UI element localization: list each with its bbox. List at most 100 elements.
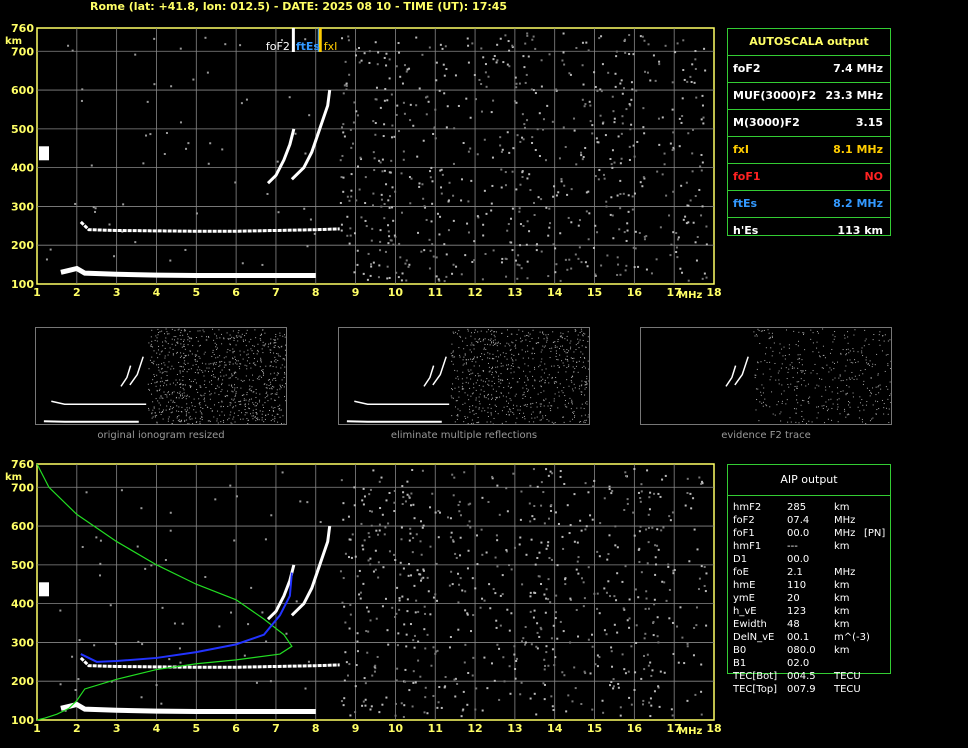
noise-dot (540, 250, 543, 253)
noise-dot (396, 586, 399, 589)
noise-dot (469, 526, 472, 529)
noise-dot (645, 528, 648, 531)
noise-dot (623, 231, 626, 234)
noise-dot (364, 202, 367, 205)
noise-dot (524, 643, 527, 646)
noise-dot (552, 709, 555, 712)
noise-dot (565, 710, 568, 713)
noise-dot (349, 613, 352, 616)
noise-dot (160, 702, 163, 705)
noise-dot (394, 714, 397, 717)
noise-dot (631, 208, 634, 211)
noise-dot (629, 128, 632, 131)
noise-dot (686, 699, 689, 702)
noise-dot (354, 685, 357, 688)
x-tick-label: 12 (467, 722, 482, 735)
noise-dot (379, 507, 382, 510)
noise-dot (690, 507, 693, 510)
noise-dot (656, 616, 659, 619)
x-tick-label: 7 (272, 722, 280, 735)
aip-row: foF1 00.0 MHz [PN] (733, 527, 893, 540)
noise-dot (134, 241, 137, 244)
noise-dot (580, 577, 583, 580)
noise-dot (368, 61, 371, 64)
noise-dot (656, 544, 659, 547)
noise-dot (659, 670, 662, 673)
noise-dot (578, 246, 581, 249)
noise-dot (370, 510, 373, 513)
noise-dot (686, 80, 689, 83)
noise-dot (616, 572, 619, 575)
noise-dot (403, 623, 406, 626)
noise-dot (671, 511, 674, 514)
noise-dot (661, 116, 664, 119)
noise-dot (548, 53, 551, 56)
noise-dot (161, 606, 164, 609)
noise-dot (340, 176, 343, 179)
noise-dot (99, 574, 102, 577)
autoscala-label: foF2 (733, 62, 761, 75)
noise-dot (372, 469, 375, 472)
x-tick-label: 18 (706, 286, 721, 299)
noise-dot (399, 573, 402, 576)
noise-dot (689, 199, 692, 202)
noise-dot (633, 534, 636, 537)
noise-dot (461, 589, 464, 592)
noise-dot (536, 631, 539, 634)
noise-dot (439, 215, 442, 218)
noise-dot (431, 243, 434, 246)
noise-dot (691, 170, 694, 173)
noise-dot (465, 97, 468, 100)
noise-dot (206, 71, 209, 74)
noise-dot (585, 525, 588, 528)
noise-dot (686, 645, 689, 648)
noise-dot (531, 38, 534, 41)
noise-dot (409, 103, 412, 106)
noise-dot (626, 498, 629, 501)
noise-dot (277, 211, 280, 214)
noise-dot (543, 522, 546, 525)
noise-dot (569, 597, 572, 600)
noise-dot (645, 268, 648, 271)
noise-dot (379, 106, 382, 109)
noise-dot (261, 263, 264, 266)
noise-dot (649, 715, 652, 718)
aip-cell: 004.5 (787, 671, 816, 682)
noise-dot (181, 622, 184, 625)
noise-dot (382, 135, 385, 138)
noise-dot (140, 696, 143, 699)
noise-dot (348, 627, 351, 630)
noise-dot (504, 34, 507, 37)
noise-dot (656, 170, 659, 173)
noise-dot (628, 626, 631, 629)
noise-dot (663, 163, 666, 166)
noise-dot (634, 230, 637, 233)
noise-dot (625, 108, 628, 111)
noise-dot (378, 159, 381, 162)
noise-dot (472, 614, 475, 617)
noise-dot (581, 98, 584, 101)
noise-dot (519, 223, 522, 226)
noise-dot (696, 548, 699, 551)
noise-dot (490, 209, 493, 212)
noise-dot (447, 229, 450, 232)
noise-dot (137, 640, 140, 643)
noise-dot (701, 161, 704, 164)
noise-dot (692, 654, 695, 657)
noise-dot (562, 547, 565, 550)
noise-dot (388, 550, 391, 553)
noise-dot (643, 39, 646, 42)
noise-dot (448, 584, 451, 587)
noise-dot (498, 513, 501, 516)
noise-dot (678, 145, 681, 148)
noise-dot (508, 65, 511, 68)
noise-dot (369, 557, 372, 560)
noise-dot (690, 80, 693, 83)
noise-dot (466, 37, 469, 40)
noise-dot (507, 223, 510, 226)
noise-dot (588, 212, 591, 215)
noise-dot (694, 241, 697, 244)
noise-dot (350, 173, 353, 176)
noise-dot (409, 527, 412, 530)
noise-dot (646, 562, 649, 565)
